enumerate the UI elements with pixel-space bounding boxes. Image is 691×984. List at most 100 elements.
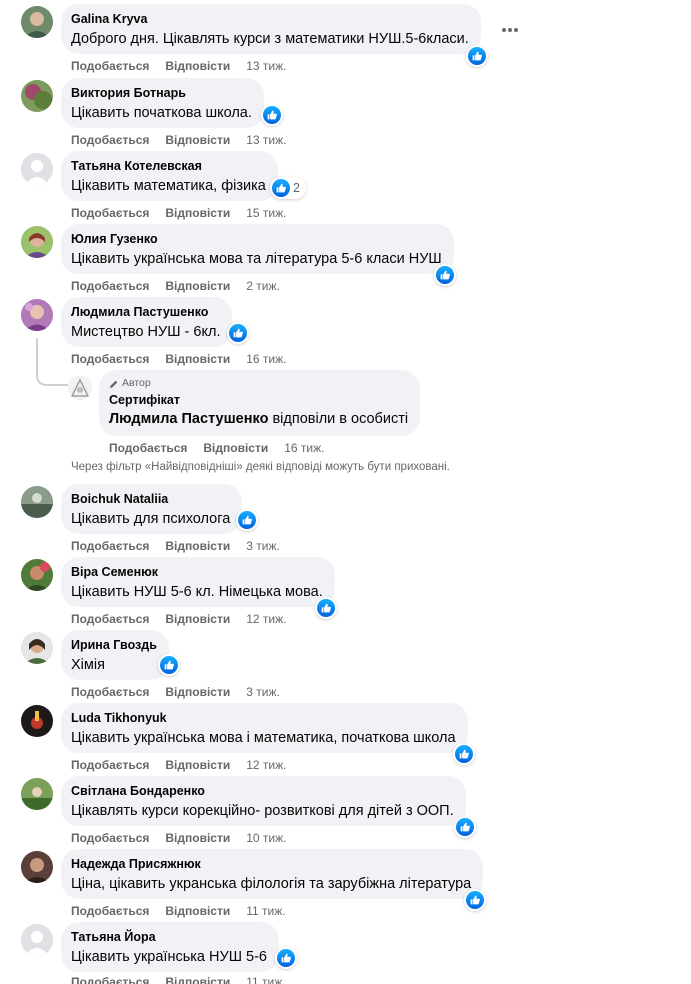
like-button[interactable]: Подобається xyxy=(71,133,149,147)
like-reaction-icon xyxy=(160,656,178,674)
reply-button[interactable]: Відповісти xyxy=(165,904,230,918)
reply-button[interactable]: Відповісти xyxy=(165,612,230,626)
like-button[interactable]: Подобається xyxy=(109,441,187,455)
like-reaction-icon xyxy=(456,818,474,836)
reply-button[interactable]: Відповісти xyxy=(165,539,230,553)
like-button[interactable]: Подобається xyxy=(71,352,149,366)
reply-button[interactable]: Відповісти xyxy=(165,975,230,984)
avatar[interactable] xyxy=(21,632,53,664)
like-button[interactable]: Подобається xyxy=(71,279,149,293)
commenter-name[interactable]: Татьяна Котелевская xyxy=(71,158,266,174)
more-options-icon[interactable] xyxy=(500,22,520,38)
avatar[interactable] xyxy=(21,559,53,591)
like-button[interactable]: Подобається xyxy=(71,539,149,553)
comment-text: Цікавить для психолога xyxy=(71,511,231,527)
commenter-name[interactable]: Юлия Гузенко xyxy=(71,231,442,247)
avatar[interactable] xyxy=(21,226,53,258)
avatar[interactable] xyxy=(21,80,53,112)
commenter-name[interactable]: Світлана Бондаренко xyxy=(71,783,454,799)
timestamp[interactable]: 10 тиж. xyxy=(246,831,286,845)
timestamp[interactable]: 13 тиж. xyxy=(246,59,286,73)
reaction-badge[interactable] xyxy=(236,509,258,531)
pencil-icon xyxy=(109,380,118,388)
commenter-name[interactable]: Надежда Присяжнюк xyxy=(71,856,471,872)
timestamp[interactable]: 12 тиж. xyxy=(246,758,286,772)
like-button[interactable]: Подобається xyxy=(71,904,149,918)
commenter-name[interactable]: Boichuk Nataliia xyxy=(71,491,230,507)
comment-actions: Подобається Відповісти 12 тиж. xyxy=(71,612,286,626)
comment-bubble: Татьяна Котелевская Цікавить математика,… xyxy=(61,151,278,201)
timestamp[interactable]: 16 тиж. xyxy=(246,352,286,366)
timestamp[interactable]: 3 тиж. xyxy=(246,539,280,553)
comment-actions: Подобається Відповісти 11 тиж. xyxy=(71,904,286,918)
comment-bubble: Татьяна Йора Цікавить українська НУШ 5-6 xyxy=(61,922,279,972)
avatar[interactable] xyxy=(21,778,53,810)
like-button[interactable]: Подобається xyxy=(71,831,149,845)
reaction-badge[interactable] xyxy=(466,45,488,67)
comment-bubble: Надежда Присяжнюк Ціна, цікавить укрансь… xyxy=(61,849,484,899)
commenter-name[interactable]: Ирина Гвоздь xyxy=(71,637,157,653)
author-avatar[interactable] xyxy=(68,376,92,400)
commenter-name[interactable]: Luda Tikhonyuk xyxy=(71,710,456,726)
reply-author-name[interactable]: Сертифікат xyxy=(109,392,408,408)
like-button[interactable]: Подобається xyxy=(71,685,149,699)
reaction-badge[interactable] xyxy=(158,654,180,676)
comment-bubble: Юлия Гузенко Цікавить українська мова та… xyxy=(61,224,454,274)
reply-button[interactable]: Відповісти xyxy=(165,352,230,366)
timestamp[interactable]: 11 тиж. xyxy=(246,904,285,918)
commenter-name[interactable]: Galina Kryva xyxy=(71,11,469,27)
comment-actions: Подобається Відповісти 11 тиж. xyxy=(71,975,286,984)
timestamp[interactable]: 3 тиж. xyxy=(246,685,280,699)
reaction-badge[interactable]: 2 xyxy=(270,177,306,199)
reaction-badge[interactable] xyxy=(275,947,297,969)
commenter-name[interactable]: Татьяна Йора xyxy=(71,929,267,945)
comment-bubble: Світлана Бондаренко Цікавлять курси коре… xyxy=(61,776,466,826)
reply-button[interactable]: Відповісти xyxy=(165,279,230,293)
reply-button[interactable]: Відповісти xyxy=(165,206,230,220)
comment-actions: Подобається Відповісти 12 тиж. xyxy=(71,758,286,772)
comment-text: Цікавить НУШ 5-6 кл. Німецька мова. xyxy=(71,584,323,600)
timestamp[interactable]: 2 тиж. xyxy=(246,279,280,293)
like-reaction-icon xyxy=(272,179,290,197)
like-reaction-icon xyxy=(238,511,256,529)
comment-text: Цікавить українська НУШ 5-6 xyxy=(71,949,267,965)
reaction-badge[interactable] xyxy=(315,597,337,619)
reaction-badge[interactable] xyxy=(434,264,456,286)
reply-button[interactable]: Відповісти xyxy=(165,133,230,147)
reaction-badge[interactable] xyxy=(454,816,476,838)
avatar[interactable] xyxy=(21,6,53,38)
reaction-badge[interactable] xyxy=(464,889,486,911)
reaction-badge[interactable] xyxy=(261,104,283,126)
timestamp[interactable]: 15 тиж. xyxy=(246,206,286,220)
commenter-name[interactable]: Віра Семенюк xyxy=(71,564,323,580)
comment-text: Цікавить українська мова та література 5… xyxy=(71,251,442,267)
avatar[interactable] xyxy=(21,924,53,956)
avatar[interactable] xyxy=(21,299,53,331)
timestamp[interactable]: 11 тиж. xyxy=(246,975,285,984)
reply-button[interactable]: Відповісти xyxy=(165,59,230,73)
reaction-badge[interactable] xyxy=(227,322,249,344)
like-button[interactable]: Подобається xyxy=(71,612,149,626)
like-button[interactable]: Подобається xyxy=(71,758,149,772)
like-button[interactable]: Подобається xyxy=(71,206,149,220)
timestamp[interactable]: 16 тиж. xyxy=(284,441,324,455)
avatar[interactable] xyxy=(21,153,53,185)
avatar[interactable] xyxy=(21,851,53,883)
reaction-badge[interactable] xyxy=(453,743,475,765)
avatar[interactable] xyxy=(21,486,53,518)
reply-button[interactable]: Відповісти xyxy=(203,441,268,455)
comment-actions: Подобається Відповісти 13 тиж. xyxy=(71,133,286,147)
reply-button[interactable]: Відповісти xyxy=(165,758,230,772)
like-button[interactable]: Подобається xyxy=(71,975,149,984)
reply-button[interactable]: Відповісти xyxy=(165,685,230,699)
comment-text: Цікавлять курси корекційно- розвиткові д… xyxy=(71,803,454,819)
mention-link[interactable]: Людмила Пастушенко xyxy=(109,411,268,427)
avatar[interactable] xyxy=(21,705,53,737)
timestamp[interactable]: 12 тиж. xyxy=(246,612,286,626)
reply-button[interactable]: Відповісти xyxy=(165,831,230,845)
timestamp[interactable]: 13 тиж. xyxy=(246,133,286,147)
commenter-name[interactable]: Виктория Ботнарь xyxy=(71,85,252,101)
comment-text: Мистецтво НУШ - 6кл. xyxy=(71,324,221,340)
commenter-name[interactable]: Людмила Пастушенко xyxy=(71,304,220,320)
like-button[interactable]: Подобається xyxy=(71,59,149,73)
